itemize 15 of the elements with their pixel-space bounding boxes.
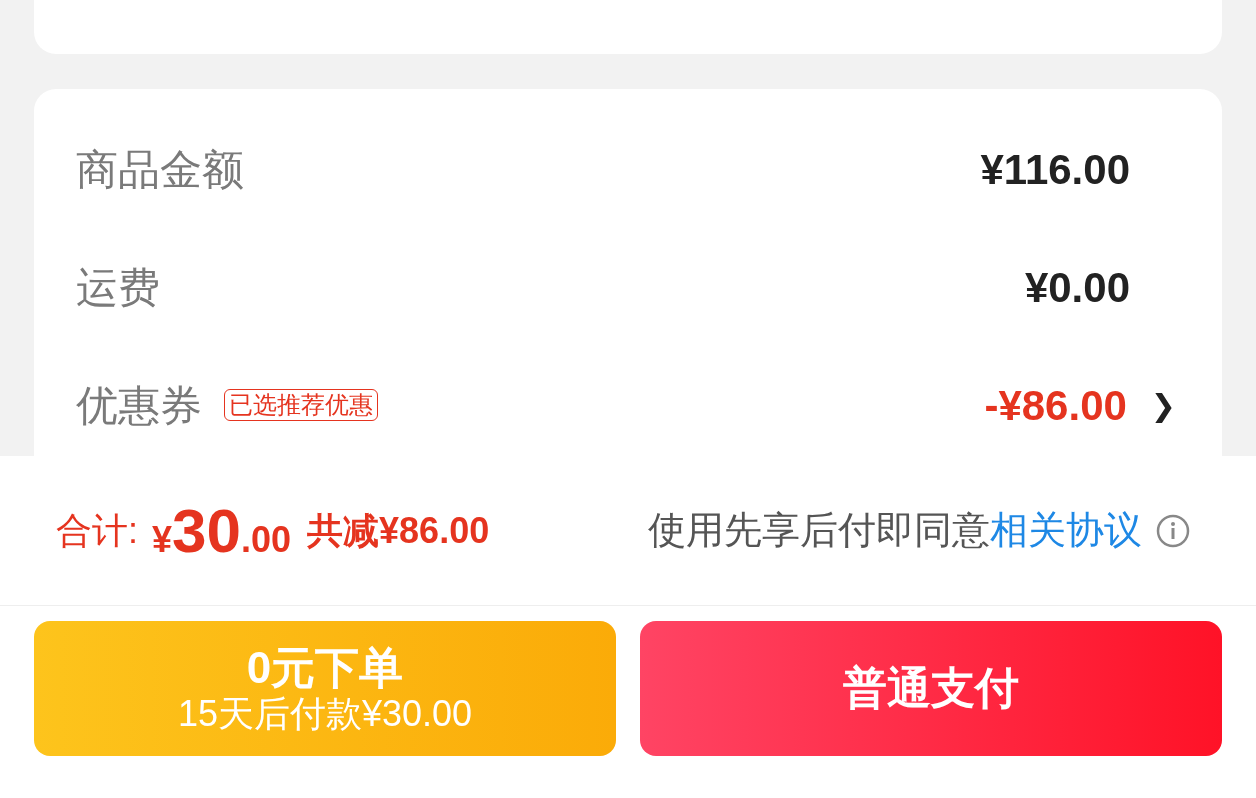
- row-amount: ¥0.00: [1024, 262, 1130, 313]
- agreement-link[interactable]: 相关协议: [990, 509, 1142, 551]
- row-label: 运费: [76, 262, 160, 313]
- total-price: ¥30.00: [152, 495, 292, 567]
- info-icon[interactable]: [1156, 513, 1190, 548]
- row-label: 优惠券: [76, 380, 202, 431]
- discount-amount: -¥86.00: [984, 380, 1127, 431]
- agreement-text: 使用先享后付即同意相关协议: [648, 508, 1142, 553]
- row-label: 商品金额: [76, 144, 244, 195]
- total-label: 合计:: [56, 508, 138, 553]
- saving-amount: 共减¥86.00: [307, 508, 490, 553]
- coupon-tag: 已选推荐优惠: [224, 388, 378, 422]
- row-amount: ¥116.00: [980, 144, 1130, 195]
- chevron-icon[interactable]: ❯: [1150, 382, 1176, 428]
- pay-button[interactable]: 普通支付: [640, 621, 1222, 756]
